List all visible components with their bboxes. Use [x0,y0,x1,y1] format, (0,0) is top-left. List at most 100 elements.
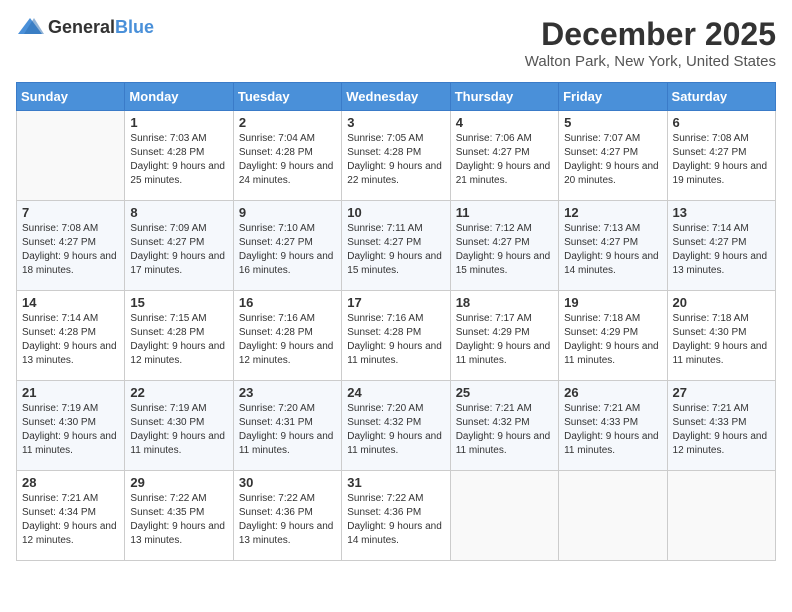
calendar-day-cell: 16Sunrise: 7:16 AM Sunset: 4:28 PM Dayli… [233,291,341,381]
logo-text-general: General [48,17,115,37]
day-number: 8 [130,205,227,220]
day-info: Sunrise: 7:03 AM Sunset: 4:28 PM Dayligh… [130,132,227,188]
calendar-week-row: 7Sunrise: 7:08 AM Sunset: 4:27 PM Daylig… [17,201,776,291]
day-number: 20 [673,295,770,310]
day-number: 12 [564,205,661,220]
calendar-day-cell: 17 Sunrise: 7:16 AM Sunset: 4:28 PM Dayli… [342,291,450,381]
calendar-week-row: 21 Sunrise: 7:19 AM Sunset: 4:30 PM Dayli… [17,381,776,471]
calendar-day-cell: 15Sunrise: 7:15 AM Sunset: 4:28 PM Dayli… [125,291,233,381]
calendar-day-cell [559,471,667,561]
calendar-day-cell: 6 Sunrise: 7:08 AM Sunset: 4:27 PM Daylig… [667,111,775,201]
day-number: 5 [564,115,661,130]
location-title: Walton Park, New York, United States [525,53,776,70]
calendar-day-cell: 29 Sunrise: 7:22 AM Sunset: 4:35 PM Dayli… [125,471,233,561]
day-number: 31 [347,475,444,490]
logo-text-blue: Blue [115,17,154,37]
day-number: 22 [130,385,227,400]
day-number: 28 [22,475,119,490]
calendar-day-cell: 4 Sunrise: 7:06 AM Sunset: 4:27 PM Daylig… [450,111,558,201]
day-info: Sunrise: 7:19 AM Sunset: 4:30 PM Dayligh… [130,402,227,458]
calendar-day-cell: 13 Sunrise: 7:14 AM Sunset: 4:27 PM Dayli… [667,201,775,291]
day-info: Sunrise: 7:14 AM Sunset: 4:27 PM Dayligh… [673,222,770,278]
day-info: Sunrise: 7:21 AM Sunset: 4:32 PM Dayligh… [456,402,553,458]
calendar-day-cell: 14 Sunrise: 7:14 AM Sunset: 4:28 PM Dayli… [17,291,125,381]
day-info: Sunrise: 7:06 AM Sunset: 4:27 PM Dayligh… [456,132,553,188]
day-info: Sunrise: 7:04 AM Sunset: 4:28 PM Dayligh… [239,132,336,188]
day-of-week-header: Saturday [667,83,775,111]
calendar-day-cell: 1 Sunrise: 7:03 AM Sunset: 4:28 PM Daylig… [125,111,233,201]
day-info: Sunrise: 7:08 AM Sunset: 4:27 PM Dayligh… [673,132,770,188]
day-number: 1 [130,115,227,130]
month-title: December 2025 [525,16,776,53]
day-info: Sunrise: 7:17 AM Sunset: 4:29 PM Dayligh… [456,312,553,368]
calendar-day-cell: 12 Sunrise: 7:13 AM Sunset: 4:27 PM Dayli… [559,201,667,291]
day-info: Sunrise: 7:15 AM Sunset: 4:28 PM Dayligh… [130,312,227,368]
day-number: 6 [673,115,770,130]
day-number: 14 [22,295,119,310]
day-number: 30 [239,475,336,490]
day-info: Sunrise: 7:05 AM Sunset: 4:28 PM Dayligh… [347,132,444,188]
logo-icon [16,16,44,38]
calendar-week-row: 28 Sunrise: 7:21 AM Sunset: 4:34 PM Dayli… [17,471,776,561]
day-number: 4 [456,115,553,130]
day-info: Sunrise: 7:21 AM Sunset: 4:34 PM Dayligh… [22,492,119,548]
day-info: Sunrise: 7:09 AM Sunset: 4:27 PM Dayligh… [130,222,227,278]
calendar-day-cell: 20 Sunrise: 7:18 AM Sunset: 4:30 PM Dayli… [667,291,775,381]
calendar-day-cell: 9Sunrise: 7:10 AM Sunset: 4:27 PM Daylig… [233,201,341,291]
day-number: 3 [347,115,444,130]
calendar-week-row: 1 Sunrise: 7:03 AM Sunset: 4:28 PM Daylig… [17,111,776,201]
day-info: Sunrise: 7:11 AM Sunset: 4:27 PM Dayligh… [347,222,444,278]
calendar-day-cell: 31 Sunrise: 7:22 AM Sunset: 4:36 PM Dayli… [342,471,450,561]
day-number: 18 [456,295,553,310]
day-info: Sunrise: 7:16 AM Sunset: 4:28 PM Dayligh… [347,312,444,368]
day-info: Sunrise: 7:22 AM Sunset: 4:36 PM Dayligh… [347,492,444,548]
day-number: 2 [239,115,336,130]
calendar-day-cell: 24 Sunrise: 7:20 AM Sunset: 4:32 PM Dayli… [342,381,450,471]
day-number: 17 [347,295,444,310]
calendar-day-cell: 7Sunrise: 7:08 AM Sunset: 4:27 PM Daylig… [17,201,125,291]
calendar-header-row: SundayMondayTuesdayWednesdayThursdayFrid… [17,83,776,111]
calendar-day-cell [450,471,558,561]
calendar-day-cell: 27 Sunrise: 7:21 AM Sunset: 4:33 PM Dayli… [667,381,775,471]
day-info: Sunrise: 7:20 AM Sunset: 4:31 PM Dayligh… [239,402,336,458]
day-info: Sunrise: 7:18 AM Sunset: 4:30 PM Dayligh… [673,312,770,368]
day-of-week-header: Thursday [450,83,558,111]
day-number: 23 [239,385,336,400]
day-info: Sunrise: 7:18 AM Sunset: 4:29 PM Dayligh… [564,312,661,368]
header: GeneralBlue December 2025 Walton Park, N… [16,16,776,70]
day-of-week-header: Tuesday [233,83,341,111]
day-info: Sunrise: 7:13 AM Sunset: 4:27 PM Dayligh… [564,222,661,278]
day-number: 26 [564,385,661,400]
day-number: 27 [673,385,770,400]
day-number: 13 [673,205,770,220]
day-number: 11 [456,205,553,220]
day-info: Sunrise: 7:20 AM Sunset: 4:32 PM Dayligh… [347,402,444,458]
calendar-day-cell: 30 Sunrise: 7:22 AM Sunset: 4:36 PM Dayli… [233,471,341,561]
day-number: 16 [239,295,336,310]
calendar-day-cell: 19 Sunrise: 7:18 AM Sunset: 4:29 PM Dayli… [559,291,667,381]
day-info: Sunrise: 7:22 AM Sunset: 4:35 PM Dayligh… [130,492,227,548]
day-info: Sunrise: 7:19 AM Sunset: 4:30 PM Dayligh… [22,402,119,458]
day-info: Sunrise: 7:22 AM Sunset: 4:36 PM Dayligh… [239,492,336,548]
day-info: Sunrise: 7:07 AM Sunset: 4:27 PM Dayligh… [564,132,661,188]
day-of-week-header: Wednesday [342,83,450,111]
day-number: 24 [347,385,444,400]
day-number: 19 [564,295,661,310]
calendar: SundayMondayTuesdayWednesdayThursdayFrid… [16,82,776,561]
day-info: Sunrise: 7:08 AM Sunset: 4:27 PM Dayligh… [22,222,119,278]
day-number: 29 [130,475,227,490]
calendar-day-cell: 21 Sunrise: 7:19 AM Sunset: 4:30 PM Dayli… [17,381,125,471]
calendar-day-cell: 25 Sunrise: 7:21 AM Sunset: 4:32 PM Dayli… [450,381,558,471]
calendar-day-cell: 26Sunrise: 7:21 AM Sunset: 4:33 PM Dayli… [559,381,667,471]
calendar-day-cell [17,111,125,201]
calendar-day-cell [667,471,775,561]
calendar-day-cell: 3 Sunrise: 7:05 AM Sunset: 4:28 PM Daylig… [342,111,450,201]
calendar-day-cell: 23 Sunrise: 7:20 AM Sunset: 4:31 PM Dayli… [233,381,341,471]
day-number: 21 [22,385,119,400]
day-info: Sunrise: 7:21 AM Sunset: 4:33 PM Dayligh… [673,402,770,458]
calendar-day-cell: 22 Sunrise: 7:19 AM Sunset: 4:30 PM Dayli… [125,381,233,471]
calendar-day-cell: 5 Sunrise: 7:07 AM Sunset: 4:27 PM Daylig… [559,111,667,201]
day-info: Sunrise: 7:14 AM Sunset: 4:28 PM Dayligh… [22,312,119,368]
calendar-day-cell: 11Sunrise: 7:12 AM Sunset: 4:27 PM Dayli… [450,201,558,291]
day-number: 25 [456,385,553,400]
